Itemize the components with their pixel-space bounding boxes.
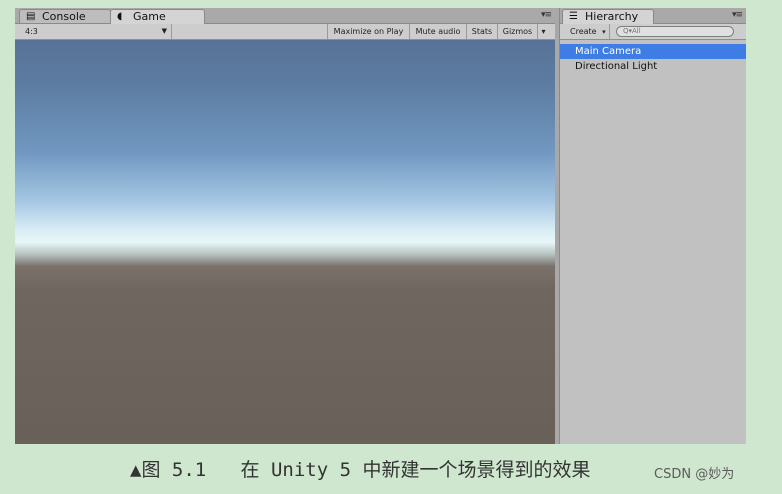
tab-console-label: Console	[42, 10, 86, 23]
tab-game[interactable]: ◖ Game	[110, 9, 205, 24]
tab-hierarchy-label: Hierarchy	[585, 10, 639, 23]
figure-caption: ▲图 5.1 在 Unity 5 中新建一个场景得到的效果	[130, 459, 591, 481]
hierarchy-toolbar: Create ▾ Q▾All	[560, 24, 746, 40]
maximize-on-play-button[interactable]: Maximize on Play	[327, 24, 409, 39]
gizmos-dropdown-icon[interactable]: ▾	[537, 24, 549, 39]
tab-console[interactable]: ▤ Console	[19, 9, 111, 23]
create-arrow-icon: ▾	[602, 28, 606, 36]
game-panel: ▤ Console ◖ Game ▾≡ 4:3 ▼ Maximize on Pl…	[15, 8, 555, 444]
aspect-dropdown[interactable]: 4:3 ▼	[15, 24, 172, 39]
hierarchy-panel: ☰ Hierarchy ▾≡ Create ▾ Q▾All Main Camer…	[559, 8, 746, 444]
stats-button[interactable]: Stats	[466, 24, 497, 39]
game-toolbar: 4:3 ▼ Maximize on Play Mute audio Stats …	[15, 24, 555, 40]
hierarchy-list-icon: ☰	[569, 11, 578, 22]
hierarchy-item-main-camera[interactable]: Main Camera	[560, 44, 746, 59]
game-tabbar: ▤ Console ◖ Game ▾≡	[15, 8, 555, 24]
console-icon: ▤	[26, 11, 36, 22]
mute-audio-button[interactable]: Mute audio	[409, 24, 466, 39]
create-label: Create	[570, 27, 597, 36]
game-pacman-icon: ◖	[117, 11, 123, 22]
hierarchy-tabbar: ☰ Hierarchy ▾≡	[560, 8, 746, 24]
watermark: CSDN @妙为	[654, 467, 735, 482]
hierarchy-search-input[interactable]: Q▾All	[616, 26, 734, 37]
hierarchy-list: Main Camera Directional Light	[560, 44, 746, 74]
aspect-value: 4:3	[25, 27, 38, 36]
unity-editor: ▤ Console ◖ Game ▾≡ 4:3 ▼ Maximize on Pl…	[15, 8, 746, 444]
hierarchy-menu-icon[interactable]: ▾≡	[732, 10, 743, 20]
game-viewport[interactable]	[15, 40, 555, 444]
tab-game-label: Game	[133, 10, 166, 23]
dropdown-arrow-icon: ▼	[161, 27, 167, 35]
hierarchy-item-directional-light[interactable]: Directional Light	[560, 59, 746, 74]
tab-hierarchy[interactable]: ☰ Hierarchy	[562, 9, 654, 24]
create-button[interactable]: Create ▾	[560, 24, 610, 39]
gizmos-button[interactable]: Gizmos	[497, 24, 537, 39]
panel-menu-icon[interactable]: ▾≡	[541, 10, 552, 20]
